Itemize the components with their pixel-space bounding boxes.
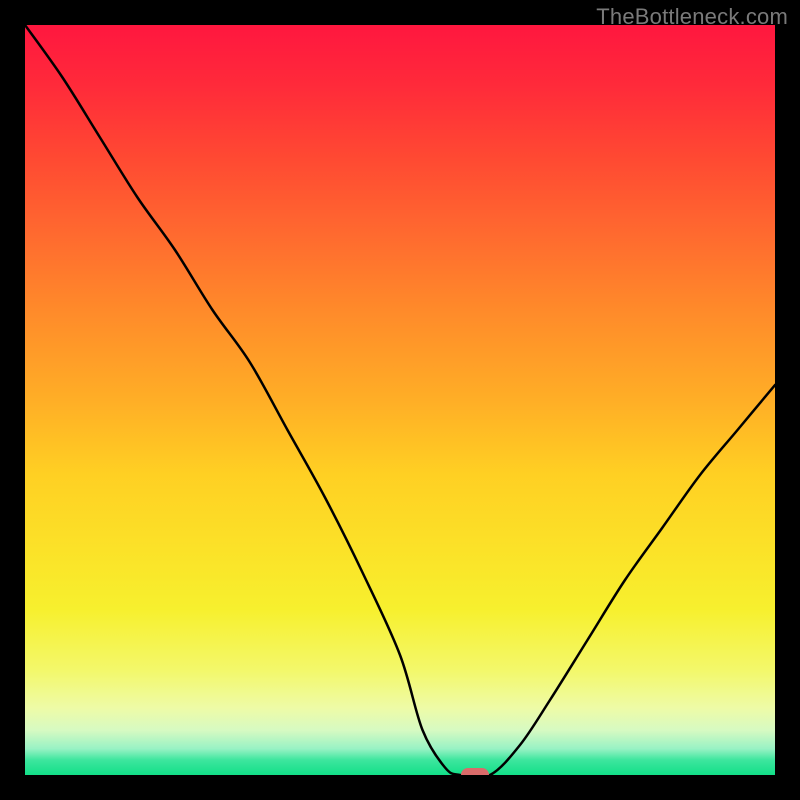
- bottleneck-marker: [461, 768, 489, 775]
- plot-area: [25, 25, 775, 775]
- bottleneck-curve: [25, 25, 775, 775]
- chart-frame: TheBottleneck.com: [0, 0, 800, 800]
- watermark-text: TheBottleneck.com: [596, 4, 788, 30]
